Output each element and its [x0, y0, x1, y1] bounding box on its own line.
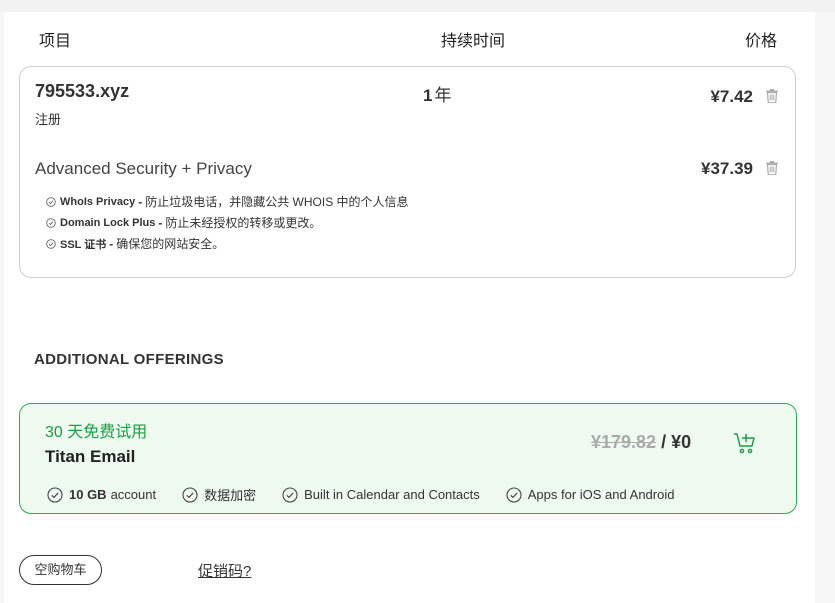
domain-name: 795533.xyz [35, 81, 130, 101]
security-feature-list: WhoIs Privacy - 防止垃圾电话，并隐藏公共 WHOIS 中的个人信息 … [46, 191, 409, 254]
check-circle-icon [46, 196, 56, 207]
offer-feature: 数据加密 [182, 485, 256, 504]
feature-name: Domain Lock Plus [60, 216, 156, 229]
security-price: ¥37.39 [701, 159, 753, 178]
security-feature: WhoIs Privacy - 防止垃圾电话，并隐藏公共 WHOIS 中的个人信息 [46, 191, 409, 212]
empty-cart-button[interactable]: 空购物车 [19, 555, 102, 585]
trash-icon[interactable] [766, 161, 778, 175]
offer-feature-text: account [110, 487, 157, 502]
header-duration: 持续时间 [441, 33, 506, 50]
domain-action: 注册 [35, 112, 62, 127]
feature-separator: - [158, 215, 163, 230]
check-circle-icon [282, 486, 298, 503]
offer-feature: 10 GB account [47, 485, 156, 504]
feature-name: SSL 证书 [60, 238, 107, 251]
offer-feature-text: Apps for iOS and Android [527, 487, 675, 502]
feature-separator: - [138, 194, 143, 209]
left-strip [0, 12, 4, 603]
cart-card: 795533.xyz 注册 1年 ¥7.42 Advanced Security… [19, 66, 796, 278]
offer-feature: Apps for iOS and Android [506, 485, 675, 504]
offer-feature-text: Built in Calendar and Contacts [304, 487, 480, 502]
offer-feature: Built in Calendar and Contacts [282, 485, 480, 504]
check-circle-icon [47, 486, 63, 503]
duration-unit: 年 [434, 86, 452, 105]
offer-name: Titan Email [45, 447, 136, 466]
check-circle-icon [182, 486, 198, 503]
header-item: 项目 [39, 33, 72, 50]
trial-label: 30 天免费试用 [45, 424, 148, 441]
offerings-heading: ADDITIONAL OFFERINGS [34, 351, 224, 368]
price-separator: / [656, 432, 672, 452]
security-feature: Domain Lock Plus - 防止未经授权的转移或更改。 [46, 212, 409, 233]
offer-feature-bold: 10 GB [69, 487, 107, 502]
old-price: ¥179.82 [591, 432, 657, 452]
feature-name: WhoIs Privacy [60, 195, 136, 208]
top-strip [0, 0, 835, 12]
offer-feature-text: 数据加密 [204, 488, 257, 503]
check-circle-icon [46, 238, 56, 249]
offer-feature-list: 10 GB account 数据加密 Built in Calendar and … [47, 485, 700, 504]
feature-desc: 确保您的网站安全。 [116, 237, 225, 251]
check-circle-icon [506, 486, 522, 503]
header-price: 价格 [745, 33, 778, 50]
check-circle-icon [46, 217, 56, 228]
duration-number: 1 [423, 86, 433, 105]
offer-price: ¥179.82 / ¥0 [591, 432, 691, 453]
promo-code-link[interactable]: 促销码? [198, 560, 251, 581]
titan-offer-card[interactable]: 30 天免费试用 Titan Email ¥179.82 / ¥0 10 GB a… [19, 403, 797, 514]
domain-duration: 1年 [423, 81, 451, 106]
trash-icon[interactable] [766, 89, 778, 103]
new-price: ¥0 [671, 432, 692, 452]
domain-price: ¥7.42 [710, 87, 753, 106]
security-title: Advanced Security + Privacy [35, 159, 252, 178]
right-strip [815, 12, 835, 603]
cart-add-icon[interactable] [733, 431, 757, 455]
security-feature: SSL 证书 - 确保您的网站安全。 [46, 233, 409, 254]
feature-desc: 防止未经授权的转移或更改。 [165, 216, 322, 230]
feature-separator: - [109, 236, 114, 251]
feature-desc: 防止垃圾电话，并隐藏公共 WHOIS 中的个人信息 [145, 195, 409, 209]
